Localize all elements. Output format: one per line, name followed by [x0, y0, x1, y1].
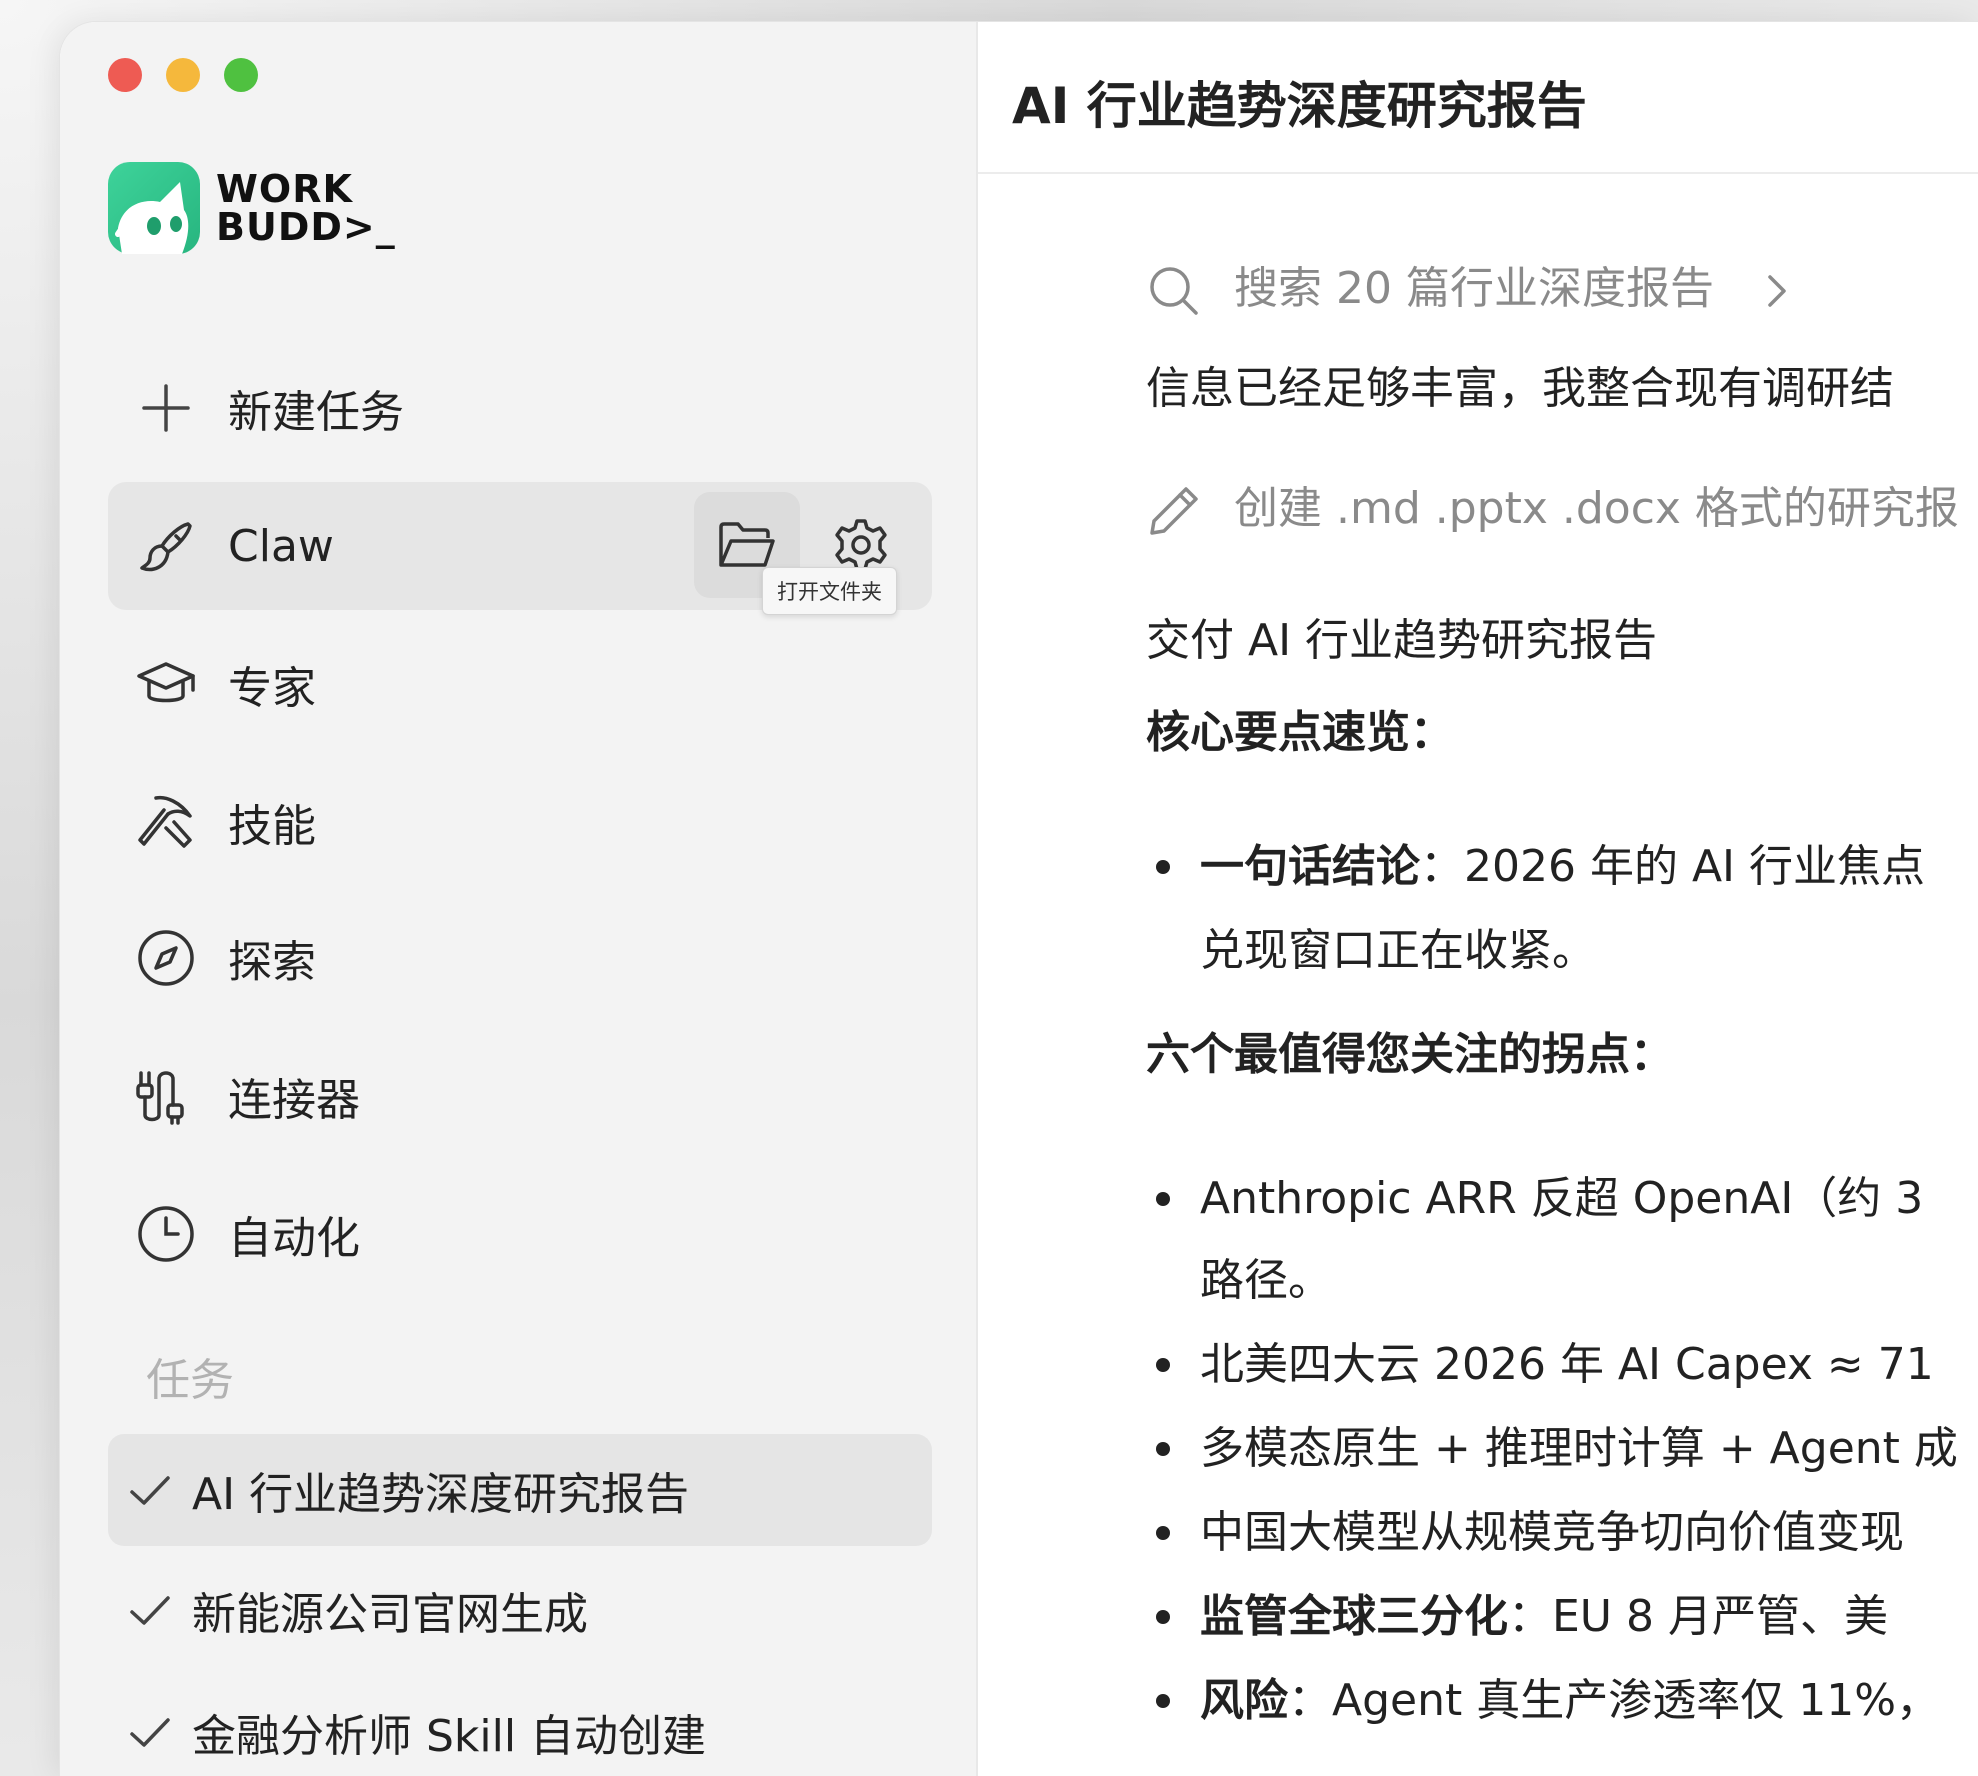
plus-icon: [134, 376, 198, 440]
minimize-window-button[interactable]: [166, 58, 200, 92]
six-heading: 六个最值得您关注的拐点：: [1146, 1029, 1674, 1080]
point-text: 多模态原生 + 推理时计算 + Agent 成: [1200, 1423, 1958, 1474]
intro-text: 信息已经足够丰富，我整合现有调研结: [1146, 363, 1894, 414]
sidebar-item-connectors[interactable]: 连接器: [108, 1032, 932, 1160]
deliver-text: 交付 AI 行业趋势研究报告: [1146, 615, 1658, 666]
new-task-label: 新建任务: [228, 387, 404, 438]
create-step-label: 创建 .md .pptx .docx 格式的研究报: [1234, 483, 1959, 534]
sidebar: WORK BUDD>_ 新建任务 Claw 打开文件夹 专家 技能 探索 连接器…: [60, 22, 978, 1776]
point-text-cont: 路径。: [1200, 1255, 1332, 1306]
plug-icon: [134, 1064, 198, 1128]
sidebar-item-label: 自动化: [228, 1213, 360, 1264]
sidebar-item-skills[interactable]: 技能: [108, 758, 932, 886]
page-title: AI 行业趋势深度研究报告: [1012, 77, 1587, 135]
chevron-right-icon: [1768, 275, 1786, 307]
sidebar-item-label: 专家: [228, 663, 316, 714]
logo-text-line2: BUDD>_: [216, 205, 396, 249]
bullet: [1156, 1358, 1170, 1372]
sidebar-item-expert[interactable]: 专家: [108, 620, 932, 748]
task-label: 新能源公司官网生成: [192, 1589, 588, 1640]
search-step[interactable]: 搜索 20 篇行业深度报告: [1146, 252, 1790, 319]
point-text: 风险：Agent 真生产渗透率仅 11%，: [1200, 1664, 1940, 1728]
task-label: 金融分析师 Skill 自动创建: [192, 1711, 707, 1762]
sidebar-item-label: Claw: [228, 520, 334, 572]
point-detail: ：EU 8 月严管、美: [1508, 1591, 1888, 1642]
check-icon: [130, 1596, 170, 1625]
sidebar-item-automation[interactable]: 自动化: [108, 1170, 932, 1298]
search-icon: [1150, 267, 1198, 315]
brush-icon: [134, 514, 198, 578]
folder-icon: [719, 522, 775, 567]
bullet: [1156, 860, 1170, 874]
bullet: [1156, 1526, 1170, 1540]
window-controls: [108, 58, 258, 92]
point-text: 北美四大云 2026 年 AI Capex ≈ 71: [1200, 1339, 1934, 1390]
workbuddy-logo-icon: [108, 162, 200, 254]
close-window-button[interactable]: [108, 58, 142, 92]
clock-icon: [134, 1202, 198, 1266]
main-panel: AI 行业趋势深度研究报告 搜索 20 篇行业深度报告 信息已经足够丰富，我整合…: [978, 22, 1978, 1776]
create-step[interactable]: 创建 .md .pptx .docx 格式的研究报: [1146, 472, 1959, 539]
tools-icon: [134, 790, 198, 854]
tasks-section-title: 任务: [146, 1355, 234, 1406]
core-heading: 核心要点速览：: [1146, 707, 1454, 758]
bullet: [1156, 1192, 1170, 1206]
new-task-button[interactable]: 新建任务: [108, 344, 932, 472]
sidebar-item-label: 技能: [228, 801, 316, 852]
pencil-icon: [1150, 487, 1198, 535]
point-text: 中国大模型从规模竞争切向价值变现: [1200, 1507, 1904, 1558]
compass-icon: [134, 926, 198, 990]
conclusion-label: 一句话结论: [1200, 841, 1420, 892]
workbuddy-logo: WORK BUDD>_: [108, 162, 396, 254]
conclusion-text-cont: 兑现窗口正在收紧。: [1200, 925, 1596, 976]
point-text: Anthropic ARR 反超 OpenAI（约 3: [1200, 1173, 1924, 1224]
bullet: [1156, 1610, 1170, 1624]
check-icon: [130, 1718, 170, 1747]
app-window: WORK BUDD>_ 新建任务 Claw 打开文件夹 专家 技能 探索 连接器…: [60, 22, 1978, 1776]
bullet-text: 一句话结论：2026 年的 AI 行业焦点: [1200, 830, 1925, 894]
maximize-window-button[interactable]: [224, 58, 258, 92]
open-folder-tooltip: 打开文件夹: [762, 567, 897, 615]
task-item[interactable]: AI 行业趋势深度研究报告: [108, 1434, 932, 1546]
point-text: 监管全球三分化：EU 8 月严管、美: [1200, 1580, 1888, 1644]
task-item[interactable]: 金融分析师 Skill 自动创建: [108, 1676, 932, 1776]
main-header: AI 行业趋势深度研究报告: [978, 22, 1978, 174]
bullet: [1156, 1442, 1170, 1456]
point-detail: ：Agent 真生产渗透率仅 11%，: [1288, 1675, 1941, 1726]
gear-icon: [835, 519, 887, 571]
conclusion-text: ：2026 年的 AI 行业焦点: [1420, 841, 1926, 892]
search-step-label: 搜索 20 篇行业深度报告: [1234, 263, 1714, 314]
sidebar-item-label: 连接器: [228, 1075, 360, 1126]
task-item[interactable]: 新能源公司官网生成: [108, 1554, 932, 1666]
bullet: [1156, 1694, 1170, 1708]
logo-text-line1: WORK: [216, 167, 353, 211]
graduation-cap-icon: [134, 652, 198, 716]
sidebar-item-explore[interactable]: 探索: [108, 894, 932, 1022]
sidebar-item-label: 探索: [228, 937, 316, 988]
check-icon: [130, 1476, 170, 1505]
task-label: AI 行业趋势深度研究报告: [192, 1469, 690, 1520]
point-label: 监管全球三分化: [1200, 1591, 1508, 1642]
point-label: 风险: [1200, 1675, 1288, 1726]
